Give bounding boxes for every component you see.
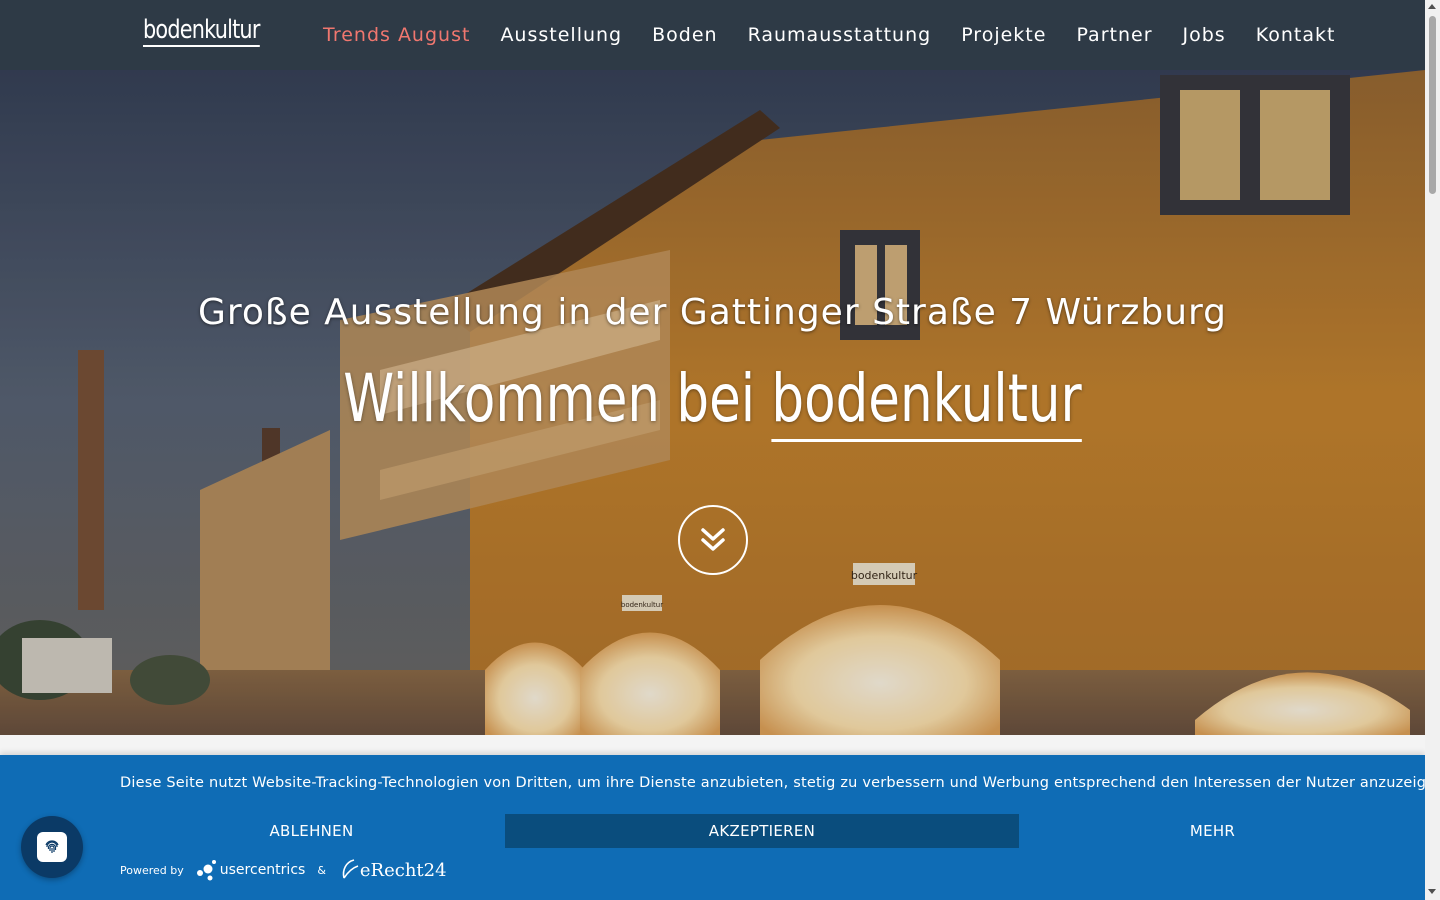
nav-item-trends-august[interactable]: Trends August (308, 0, 485, 70)
scroll-up-arrow-icon[interactable] (1428, 4, 1436, 9)
privacy-settings-button[interactable] (21, 816, 83, 878)
hero-title: Willkommen bei bodenkultur (157, 360, 1269, 442)
cookie-banner: Diese Seite nutzt Website-Tracking-Techn… (0, 755, 1440, 900)
double-chevron-down-icon (701, 528, 725, 551)
nav-item-partner[interactable]: Partner (1061, 0, 1167, 70)
nav-item-ausstellung[interactable]: Ausstellung (485, 0, 637, 70)
main-nav: Trends August Ausstellung Boden Raumauss… (308, 0, 1350, 70)
hero-title-brand: bodenkultur (771, 360, 1082, 442)
usercentrics-text: usercentrics (219, 862, 306, 878)
nav-item-kontakt[interactable]: Kontakt (1241, 0, 1351, 70)
site-header: bodenkultur Trends August Ausstellung Bo… (0, 0, 1425, 70)
nav-item-boden[interactable]: Boden (637, 0, 732, 70)
erecht24-swirl-icon (342, 859, 359, 879)
usercentrics-logo[interactable]: usercentrics (196, 859, 306, 881)
ampersand: & (317, 863, 326, 877)
content-strip (0, 735, 1425, 755)
page-scrollbar[interactable] (1425, 0, 1440, 900)
nav-item-raumausstattung[interactable]: Raumausstattung (733, 0, 947, 70)
cookie-notice-text: Diese Seite nutzt Website-Tracking-Techn… (120, 775, 1440, 791)
chat-bubble-icon (37, 832, 67, 862)
nav-item-projekte[interactable]: Projekte (946, 0, 1061, 70)
more-button[interactable]: MEHR (1021, 814, 1404, 848)
scrollbar-thumb[interactable] (1429, 16, 1436, 194)
decline-button[interactable]: ABLEHNEN (120, 814, 503, 848)
scroll-down-button[interactable] (678, 505, 748, 575)
scroll-down-arrow-icon[interactable] (1428, 889, 1436, 894)
hero-section: bodenkultur bodenkultur Große Ausstellun… (0, 70, 1425, 735)
fingerprint-icon (45, 840, 59, 853)
usercentrics-dots-icon (196, 860, 216, 881)
hero-subtitle: Große Ausstellung in der Gattinger Straß… (197, 292, 1228, 333)
erecht24-text: eRecht24 (359, 859, 447, 881)
powered-by-label: Powered by (120, 863, 184, 877)
site-logo[interactable]: bodenkultur (143, 16, 260, 47)
powered-by: Powered by usercentrics & eRecht24 (120, 855, 447, 885)
hero-title-prefix: Willkommen bei (343, 360, 772, 437)
nav-item-jobs[interactable]: Jobs (1168, 0, 1241, 70)
erecht24-logo[interactable]: eRecht24 (338, 858, 447, 882)
accept-button[interactable]: AKZEPTIEREN (505, 814, 1019, 848)
